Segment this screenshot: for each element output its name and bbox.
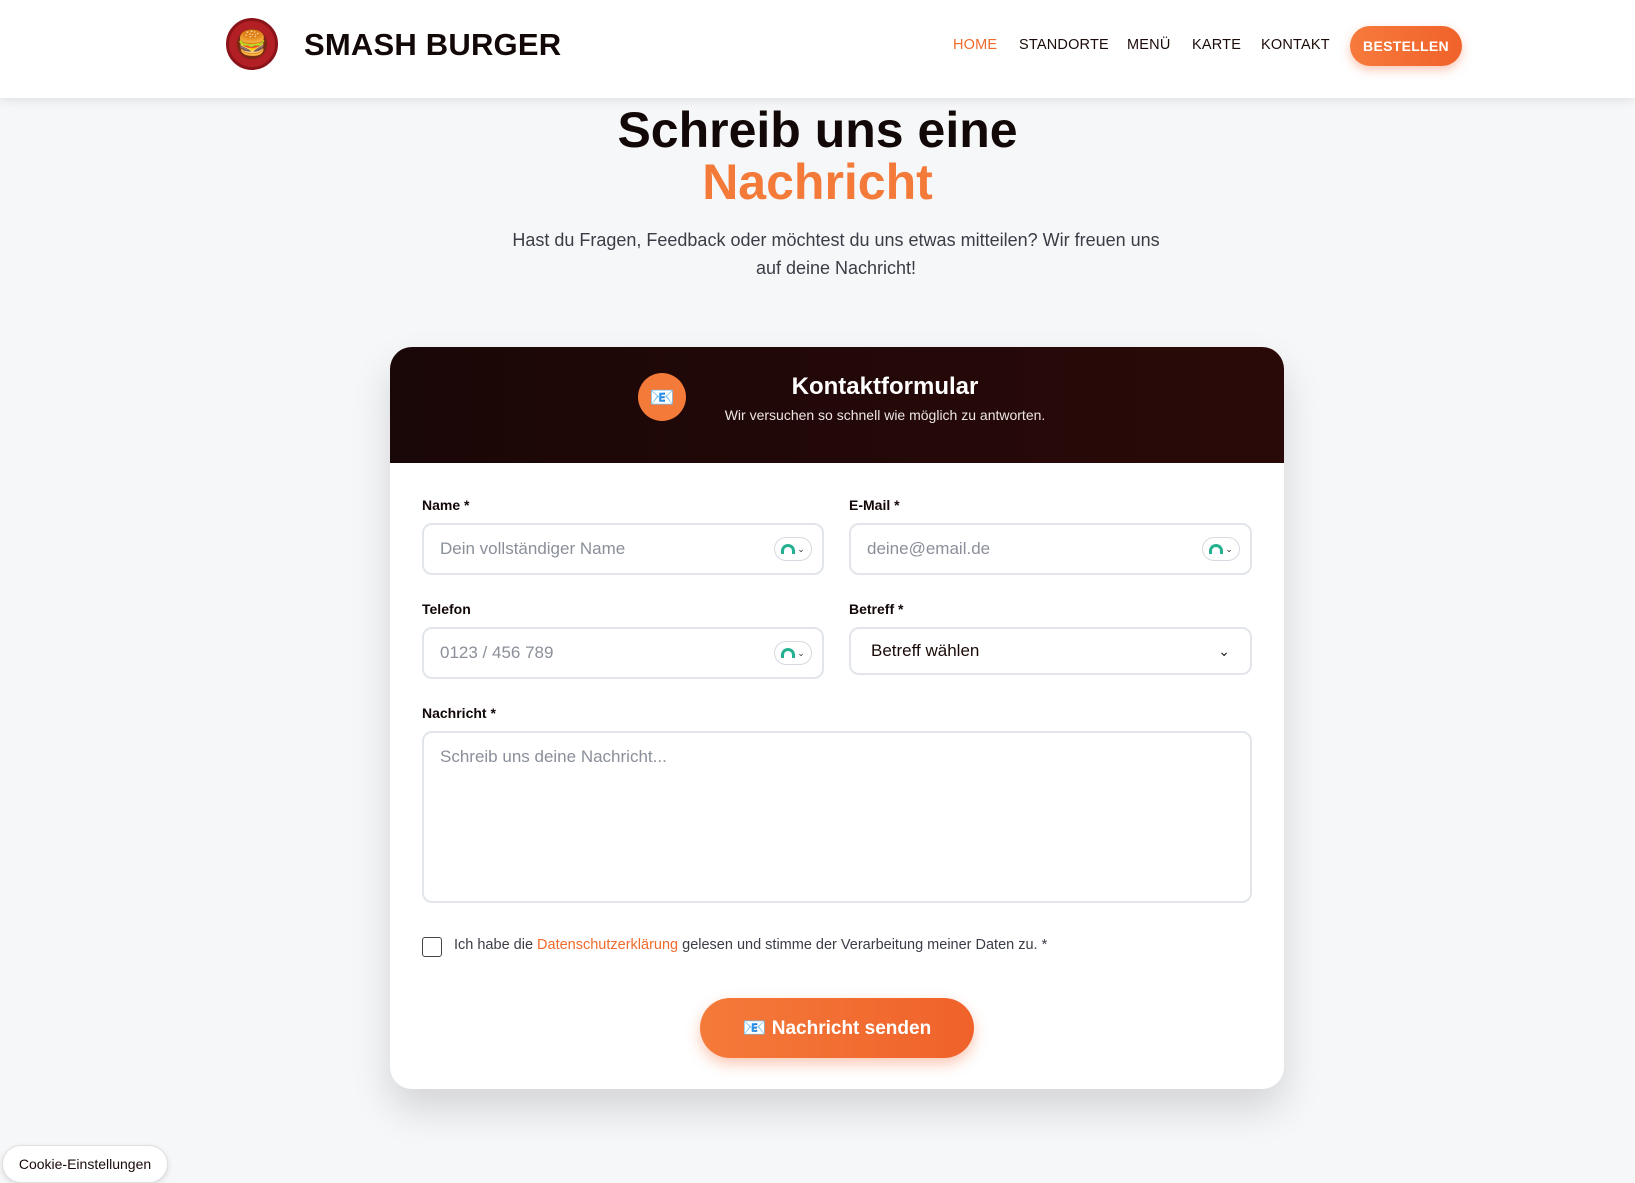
subject-selected-value: Betreff wählen	[871, 641, 980, 660]
privacy-policy-link[interactable]: Datenschutzerklärung	[537, 937, 678, 953]
privacy-consent-checkbox[interactable]	[422, 937, 442, 957]
autofill-icon[interactable]: ⌄	[1202, 537, 1240, 561]
form-subtitle: Wir versuchen so schnell wie möglich zu …	[724, 407, 1046, 423]
autofill-arc-icon	[1209, 544, 1224, 554]
nav-link-kontakt[interactable]: KONTAKT	[1261, 37, 1330, 53]
page-subtitle: Hast du Fragen, Feedback oder möchtest d…	[512, 230, 1160, 278]
chevron-down-icon: ⌄	[797, 543, 805, 554]
chevron-down-icon: ⌄	[797, 647, 805, 658]
autofill-icon[interactable]: ⌄	[774, 537, 812, 561]
page-title: Schreib uns eine Nachricht	[0, 104, 1635, 208]
privacy-consent-text: Ich habe die Datenschutzerklärung gelese…	[454, 937, 1047, 953]
subject-select[interactable]: Betreff wählen ⌄	[849, 627, 1252, 675]
email-input[interactable]	[849, 523, 1252, 575]
consent-prefix: Ich habe die	[454, 937, 538, 953]
name-input[interactable]	[422, 523, 824, 575]
autofill-arc-icon	[781, 544, 796, 554]
phone-label: Telefon	[422, 601, 471, 617]
form-title: Kontaktformular	[791, 373, 979, 400]
nav-link-home[interactable]: HOME	[953, 37, 997, 53]
name-label: Name *	[422, 497, 470, 513]
nav-link-karte[interactable]: KARTE	[1192, 37, 1241, 53]
navbar: 🍔 SMASH BURGER HOME STANDORTE MENÜ KARTE…	[0, 0, 1635, 98]
page-title-accent: Nachricht	[702, 154, 933, 210]
chevron-down-icon: ⌄	[1218, 642, 1230, 659]
send-message-button[interactable]: 📧 Nachricht senden	[700, 998, 974, 1058]
nav-link-menu[interactable]: MENÜ	[1127, 37, 1171, 53]
subject-label: Betreff *	[849, 601, 904, 617]
consent-suffix: gelesen und stimme der Verarbeitung mein…	[678, 937, 1048, 953]
phone-input[interactable]	[422, 627, 824, 679]
autofill-arc-icon	[781, 648, 796, 658]
order-button[interactable]: BESTELLEN	[1350, 26, 1462, 66]
contact-form-card: 📧 Kontaktformular Wir versuchen so schne…	[390, 347, 1284, 1089]
nav-link-standorte[interactable]: STANDORTE	[1019, 37, 1109, 53]
message-textarea[interactable]	[422, 731, 1252, 903]
page-title-main: Schreib uns eine	[617, 102, 1018, 158]
email-label: E-Mail *	[849, 497, 900, 513]
cookie-settings-button[interactable]: Cookie-Einstellungen	[2, 1145, 168, 1183]
autofill-icon[interactable]: ⌄	[774, 641, 812, 665]
form-header: 📧 Kontaktformular Wir versuchen so schne…	[390, 347, 1284, 463]
message-label: Nachricht *	[422, 705, 496, 721]
chevron-down-icon: ⌄	[1225, 543, 1233, 554]
